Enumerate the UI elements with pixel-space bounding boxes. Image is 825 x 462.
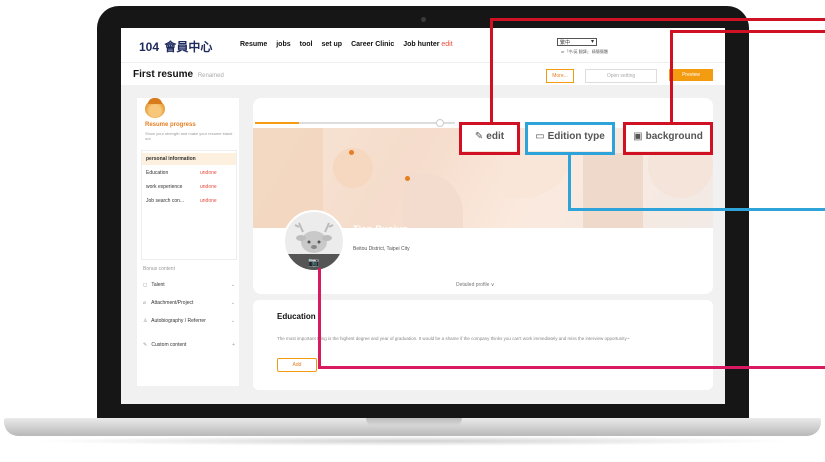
chevron-down-icon: ⌄: [230, 282, 235, 288]
paperclip-icon: ⌀: [143, 300, 147, 306]
section-status: undone: [200, 184, 217, 190]
laptop-notch: [366, 418, 462, 426]
laptop-camera: [421, 17, 426, 22]
banner-dot: [349, 150, 354, 155]
background-button[interactable]: ▣ background: [625, 125, 711, 151]
bonus-label: Attachment/Project: [151, 300, 194, 306]
section-personal-information[interactable]: personal information: [142, 153, 236, 165]
profile-name: Tian Ruojun: [353, 224, 409, 234]
section-work-experience[interactable]: work experience undone: [142, 181, 236, 193]
language-note: or「中/英 翻譯」 精簡簡體: [561, 49, 608, 54]
chevron-down-icon: ⌄: [230, 300, 235, 306]
banner-dot: [405, 176, 410, 181]
bonus-talent[interactable]: ◻ Talent ⌄: [143, 282, 235, 288]
progress-title: Resume progress: [145, 122, 196, 128]
rename-link[interactable]: Renamed: [198, 73, 224, 79]
annotation-line: [490, 18, 493, 124]
bonus-label: Custom content: [151, 342, 187, 348]
bonus-autobiography[interactable]: ♙ Autobiography / Referrer ⌄: [143, 318, 235, 324]
resume-title-text: First resume: [133, 69, 194, 80]
top-navigation: 104 會員中心 Resume jobs tool set up Career …: [121, 28, 725, 62]
bonus-label: Talent: [151, 282, 165, 288]
logo-number: 104: [139, 40, 160, 54]
banner-shape: [403, 173, 463, 228]
nav-tool[interactable]: tool: [300, 41, 313, 48]
image-icon: ▣: [633, 131, 643, 142]
edition-type-label: Edition type: [547, 131, 605, 142]
laptop-screen: 104 會員中心 Resume jobs tool set up Career …: [121, 28, 725, 404]
profile-avatar[interactable]: 📷: [283, 210, 345, 272]
banner-shape: [583, 153, 643, 228]
edit-label: edit: [486, 131, 505, 142]
section-job-search-conditions[interactable]: Job search con... undone: [142, 195, 236, 207]
section-status: undone: [200, 198, 217, 204]
bonus-content-title: Bonus content: [143, 266, 175, 272]
section-status: undone: [200, 170, 217, 176]
resume-toolbar: First resume Renamed More... Open settin…: [121, 62, 725, 85]
education-description: The most important thing is the highest …: [277, 336, 630, 341]
main-nav: Resume jobs tool set up Career Clinic Jo…: [240, 41, 453, 48]
camera-icon[interactable]: 📷: [308, 258, 319, 267]
annotation-line: [568, 153, 571, 211]
nav-career-clinic[interactable]: Career Clinic: [351, 41, 394, 48]
laptop-shadow: [30, 436, 795, 446]
nav-job-hunter[interactable]: Job hunter edit: [403, 41, 452, 48]
section-label: personal information: [146, 156, 196, 162]
chevron-down-icon: ⌄: [230, 318, 235, 324]
talent-icon: ◻: [143, 282, 148, 288]
site-logo[interactable]: 104 會員中心: [139, 38, 212, 55]
section-label: Job search con...: [146, 198, 185, 204]
education-card: Education The most important thing is th…: [253, 300, 713, 390]
logo-text: 會員中心: [164, 40, 213, 54]
annotation-line: [490, 18, 825, 21]
annotation-line: [670, 30, 673, 124]
education-title: Education: [277, 312, 316, 321]
progress-fill: [255, 122, 299, 124]
annotation-line: [670, 30, 825, 33]
layout-icon: ▭: [535, 131, 545, 142]
section-label: Education: [146, 170, 169, 176]
edition-type-button[interactable]: ▭ Edition type: [527, 125, 613, 151]
section-label: work experience: [146, 184, 183, 190]
section-education[interactable]: Education undone: [142, 167, 236, 179]
section-list: personal information Education undone wo…: [141, 150, 237, 260]
background-label: background: [645, 131, 703, 142]
profile-location: Beitou District, Taipei City: [353, 246, 410, 252]
add-education-button[interactable]: Add: [277, 358, 317, 372]
plus-icon: +: [232, 342, 235, 348]
pencil-icon: ✎: [474, 131, 484, 142]
more-button[interactable]: More...: [546, 69, 574, 83]
sidebar-avatar: [145, 98, 165, 118]
progress-handle: [436, 119, 444, 127]
edit-button[interactable]: ✎ edit: [461, 125, 518, 151]
bonus-label: Autobiography / Referrer: [151, 318, 206, 324]
preview-button[interactable]: Preview: [669, 69, 713, 81]
nav-job-hunter-label: Job hunter: [403, 41, 440, 48]
language-select[interactable]: 繁中: [557, 38, 597, 46]
nav-edit-badge: edit: [441, 41, 453, 48]
nav-resume[interactable]: Resume: [240, 41, 267, 48]
nav-jobs[interactable]: jobs: [276, 41, 290, 48]
bonus-custom-content[interactable]: ✎ Custom content +: [143, 342, 235, 348]
progress-track: [255, 122, 455, 124]
nav-set-up[interactable]: set up: [321, 41, 342, 48]
annotation-line: [568, 208, 825, 211]
bonus-attachment-project[interactable]: ⌀ Attachment/Project ⌄: [143, 300, 235, 306]
pencil-icon: ✎: [143, 342, 148, 348]
progress-description: Show your strength and make your resume …: [145, 131, 233, 141]
person-icon: ♙: [143, 318, 148, 324]
open-setting-button[interactable]: Open setting: [585, 69, 657, 83]
detailed-profile-toggle[interactable]: Detailed profile ∨: [456, 282, 494, 288]
resume-title: First resume Renamed: [133, 69, 224, 80]
resume-sidebar: Resume progress Show your strength and m…: [137, 98, 239, 386]
